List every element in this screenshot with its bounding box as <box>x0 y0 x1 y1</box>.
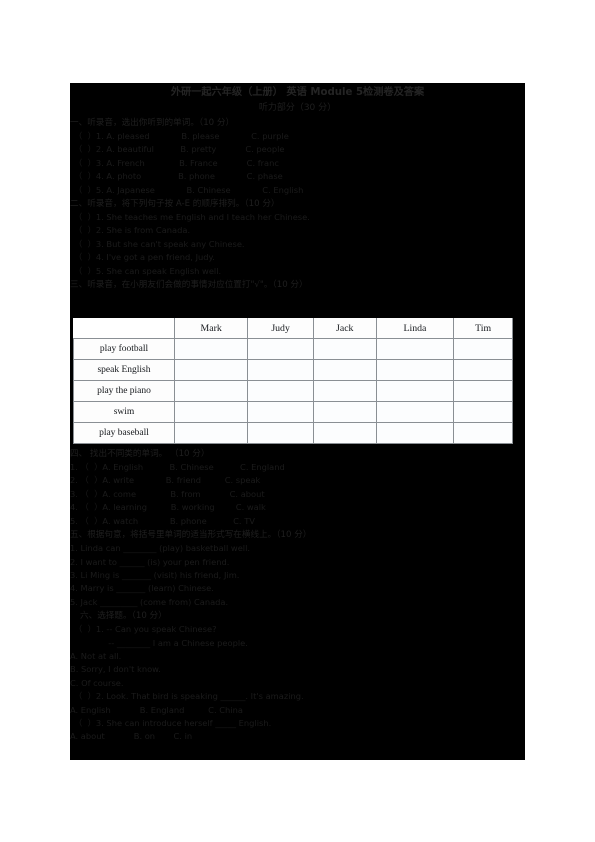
section-two-item: （ ）3. But she can't speak any Chinese. <box>74 238 245 249</box>
table-row-label: play football <box>73 338 175 360</box>
table-cell[interactable] <box>312 338 377 360</box>
table-column-header: Judy <box>247 318 314 339</box>
section-one-item: （ ）2. A. beautiful B. pretty C. people <box>74 144 285 155</box>
table-corner-cell <box>73 318 175 339</box>
section-four-item: 3. （ ）A. come B. from C. about <box>70 488 265 499</box>
table-row: speak English <box>73 359 513 381</box>
table-row-label: play the piano <box>73 380 175 402</box>
section-six-option: A. English B. England C. China <box>70 704 243 715</box>
table-cell[interactable] <box>312 401 377 423</box>
table-column-header: Mark <box>173 318 249 339</box>
section-six-option: C. Of course. <box>70 677 124 688</box>
table-row: play the piano <box>73 380 513 402</box>
table-cell[interactable] <box>453 338 513 360</box>
table-cell[interactable] <box>173 359 249 381</box>
table-row: swim <box>73 401 513 423</box>
table-cell[interactable] <box>173 380 249 402</box>
table-cell[interactable] <box>453 359 513 381</box>
section-two-item: （ ）2. She is from Canada. <box>74 225 191 236</box>
table-cell[interactable] <box>375 422 455 444</box>
table-cell[interactable] <box>375 401 455 423</box>
table-cell[interactable] <box>453 380 513 402</box>
table-row: play baseball <box>73 422 513 444</box>
table-cell[interactable] <box>173 422 249 444</box>
section-two-item: （ ）4. I've got a pen friend, Judy. <box>74 252 215 263</box>
section-five-item: 5. Jack _________ (come from) Canada. <box>70 596 229 607</box>
table-cell[interactable] <box>173 401 249 423</box>
listening-check-table-body: Mark Judy Jack Linda Tim play football s… <box>73 318 513 444</box>
section-six-option: B. Sorry, I don't know. <box>70 664 161 675</box>
table-cell[interactable] <box>312 422 377 444</box>
section-four-item: 2. （ ）A. write B. friend C. speak <box>70 475 261 486</box>
section-two-item: （ ）5. She can speak English well. <box>74 265 222 276</box>
listening-part-header: 听力部分（30 分） <box>258 103 337 113</box>
section-four-item: 5. （ ）A. watch B. phone C. TV <box>70 515 255 526</box>
section-six-item: （ ）2. Look. That bird is speaking ______… <box>74 691 304 702</box>
section-six-option: A. Not at all. <box>70 650 122 661</box>
section-three-heading: 三、听录音，在小朋友们会做的事情对应位置打"√"。（10 分） <box>70 280 308 291</box>
section-one-item: （ ）5. A. Japanese B. Chinese C. English <box>74 184 304 195</box>
section-five-heading: 五、根据句意，将括号里单词的适当形式写在横线上。（10 分） <box>70 530 312 541</box>
table-cell[interactable] <box>375 359 455 381</box>
section-four-item: 4. （ ）A. learning B. working C. walk <box>70 502 266 513</box>
table-cell[interactable] <box>453 422 513 444</box>
listening-table-container: Mark Judy Jack Linda Tim play football s… <box>73 318 513 444</box>
section-six-option: A. about B. on C. in <box>70 731 193 742</box>
section-five-item: 1. Linda can ________ (play) basketball … <box>70 543 251 554</box>
table-cell[interactable] <box>375 338 455 360</box>
section-six-item: （ ）3. She can introduce herself _____ En… <box>74 717 272 728</box>
table-cell[interactable] <box>247 359 314 381</box>
table-header-row: Mark Judy Jack Linda Tim <box>73 318 513 339</box>
table-row: play football <box>73 338 513 360</box>
section-one-item: （ ）4. A. photo B. phone C. phase <box>74 171 283 182</box>
section-five-item: 4. Marry is _______ (learn) Chinese. <box>70 583 214 594</box>
listening-check-table: Mark Judy Jack Linda Tim play football s… <box>73 318 513 444</box>
section-one-heading: 一、听录音，选出你听到的单词。（10 分） <box>70 118 235 128</box>
table-cell[interactable] <box>247 401 314 423</box>
table-cell[interactable] <box>247 422 314 444</box>
table-cell[interactable] <box>173 338 249 360</box>
section-four-item: 1. （ ）A. English B. Chinese C. England <box>70 462 285 473</box>
section-four-heading: 四、 找出不同类的单词。 （10 分） <box>70 449 210 460</box>
page-title: 外研一起六年级（上册） 英语 Module 5检测卷及答案 <box>170 87 425 98</box>
table-column-header: Jack <box>312 318 377 339</box>
table-row-label: speak English <box>73 359 175 381</box>
table-cell[interactable] <box>247 380 314 402</box>
table-row-label: play baseball <box>73 422 175 444</box>
section-one-item: （ ）3. A. French B. France C. franc <box>74 157 279 168</box>
table-cell[interactable] <box>312 359 377 381</box>
section-six-item: （ ）1. -- Can you speak Chinese? <box>74 624 217 635</box>
section-five-item: 3. Li Ming is _______ (visit) his friend… <box>70 569 240 580</box>
section-two-heading: 二、听录音，将下列句子按 A-E 的顺序排列。（10 分） <box>70 199 280 210</box>
section-six-item: -- ________ I am a Chinese people. <box>74 637 248 648</box>
table-cell[interactable] <box>312 380 377 402</box>
table-cell[interactable] <box>247 338 314 360</box>
section-two-item: （ ）1. She teaches me English and I teach… <box>74 212 310 223</box>
table-cell[interactable] <box>453 401 513 423</box>
table-cell[interactable] <box>375 380 455 402</box>
table-row-label: swim <box>73 401 175 423</box>
table-column-header: Linda <box>375 318 455 339</box>
section-six-heading: 六、选择题。（10 分） <box>80 611 167 622</box>
section-five-item: 2. I want to ______ (is) your pen friend… <box>70 556 230 567</box>
table-column-header: Tim <box>453 318 513 339</box>
section-one-item: （ ）1. A. pleased B. please C. purple <box>74 131 289 141</box>
